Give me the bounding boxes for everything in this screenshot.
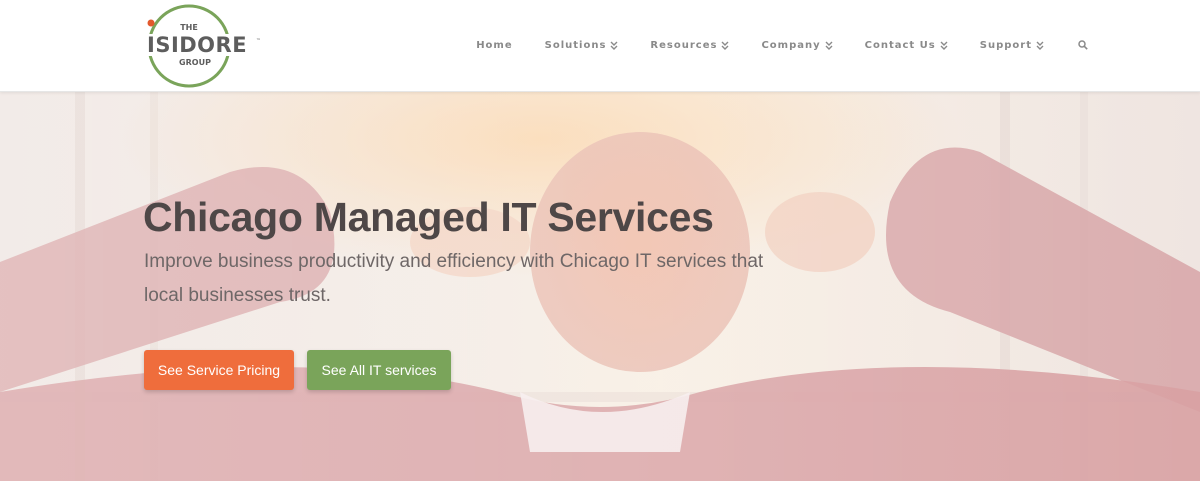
see-all-it-services-button[interactable]: See All IT services <box>307 350 451 390</box>
nav-item-home[interactable]: Home <box>476 40 512 51</box>
svg-text:ISIDORE: ISIDORE <box>147 33 247 57</box>
see-all-it-services-label: See All IT services <box>321 362 437 378</box>
svg-text:GROUP: GROUP <box>179 58 211 67</box>
hero-title: Chicago Managed IT Services <box>143 194 714 240</box>
logo-icon: THE ISIDORE ™ GROUP <box>144 4 264 88</box>
site-header: THE ISIDORE ™ GROUP Home Solutions Resou… <box>0 0 1200 92</box>
double-chevron-down-icon <box>610 41 618 50</box>
double-chevron-down-icon <box>1036 41 1044 50</box>
main-nav: Home Solutions Resources Company Contact… <box>476 0 1088 90</box>
hero-subtitle: Improve business productivity and effici… <box>144 251 764 306</box>
see-service-pricing-button[interactable]: See Service Pricing <box>144 350 294 390</box>
nav-item-company[interactable]: Company <box>761 39 833 51</box>
see-service-pricing-label: See Service Pricing <box>157 362 281 378</box>
hero-section: Chicago Managed IT Services Improve busi… <box>0 92 1200 481</box>
svg-text:THE: THE <box>180 23 198 32</box>
nav-item-resources[interactable]: Resources <box>650 40 729 51</box>
nav-item-support[interactable]: Support <box>980 40 1044 51</box>
double-chevron-down-icon <box>721 41 729 50</box>
nav-label-company: Company <box>761 39 821 51</box>
search-button[interactable] <box>1078 40 1088 50</box>
nav-label-contact-us: Contact Us <box>864 39 936 51</box>
nav-label-home: Home <box>476 39 513 51</box>
nav-item-contact-us[interactable]: Contact Us <box>865 40 948 51</box>
nav-item-solutions[interactable]: Solutions <box>545 40 619 51</box>
double-chevron-down-icon <box>825 41 833 50</box>
search-icon <box>1078 40 1088 50</box>
nav-label-support: Support <box>979 39 1032 51</box>
isidore-group-logo[interactable]: THE ISIDORE ™ GROUP <box>143 4 268 88</box>
nav-label-resources: Resources <box>650 39 718 51</box>
double-chevron-down-icon <box>940 41 948 50</box>
nav-label-solutions: Solutions <box>544 39 607 51</box>
svg-text:™: ™ <box>256 38 261 44</box>
